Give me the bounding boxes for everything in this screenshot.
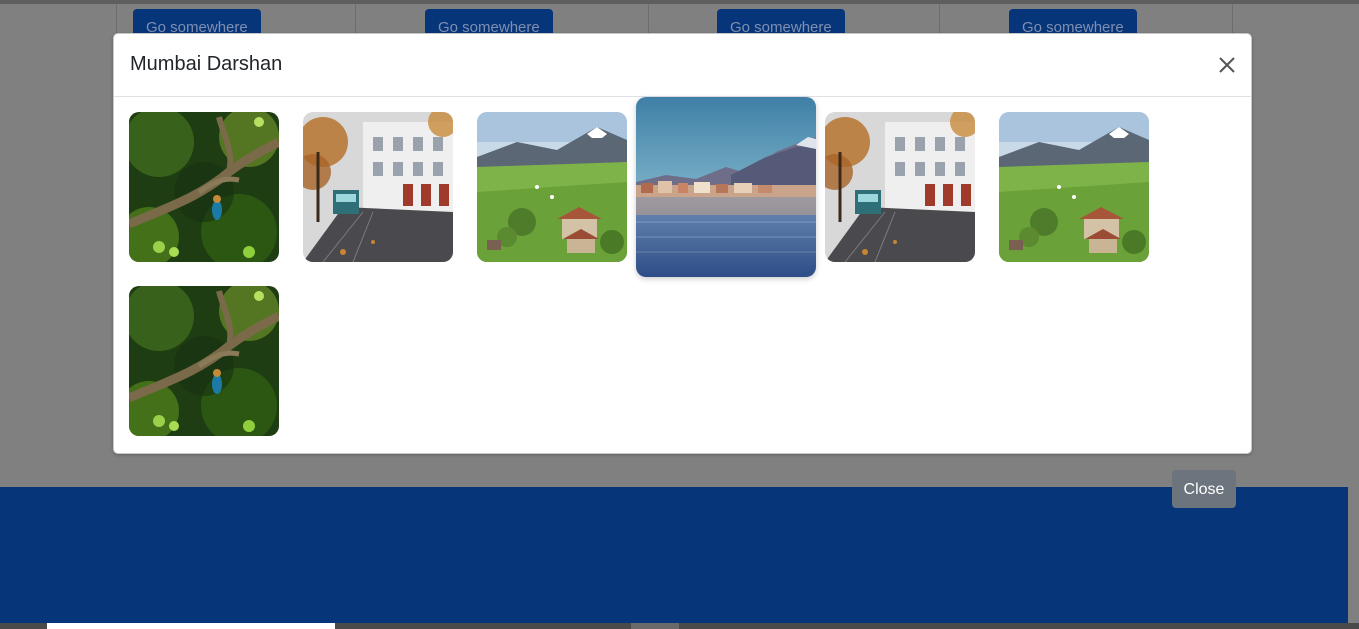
gallery-image-lakeside-town[interactable]	[636, 97, 816, 277]
gallery-image-kingfisher-2[interactable]	[129, 286, 279, 436]
footer-right-strip	[1348, 487, 1359, 623]
go-somewhere-button-2[interactable]: Go somewhere	[425, 9, 553, 35]
scroll-thumb[interactable]	[631, 623, 679, 629]
go-somewhere-button-4[interactable]: Go somewhere	[1009, 9, 1137, 35]
go-somewhere-button-1[interactable]: Go somewhere	[133, 9, 261, 35]
modal-header: Mumbai Darshan	[114, 34, 1251, 97]
gallery-modal: Mumbai Darshan	[113, 33, 1252, 454]
modal-title: Mumbai Darshan	[130, 53, 283, 75]
go-somewhere-button-3[interactable]: Go somewhere	[717, 9, 845, 35]
close-button[interactable]: Close	[1172, 470, 1236, 508]
gallery-image-alpine-village-2[interactable]	[999, 112, 1149, 262]
gallery-image-street-tram-2[interactable]	[825, 112, 975, 262]
bottom-bar-segment	[47, 623, 335, 629]
close-icon[interactable]	[1214, 52, 1240, 78]
page-footer	[0, 487, 1348, 623]
gallery-image-alpine-village[interactable]	[477, 112, 627, 262]
gallery-image-street-tram[interactable]	[303, 112, 453, 262]
gallery-image-kingfisher[interactable]	[129, 112, 279, 262]
